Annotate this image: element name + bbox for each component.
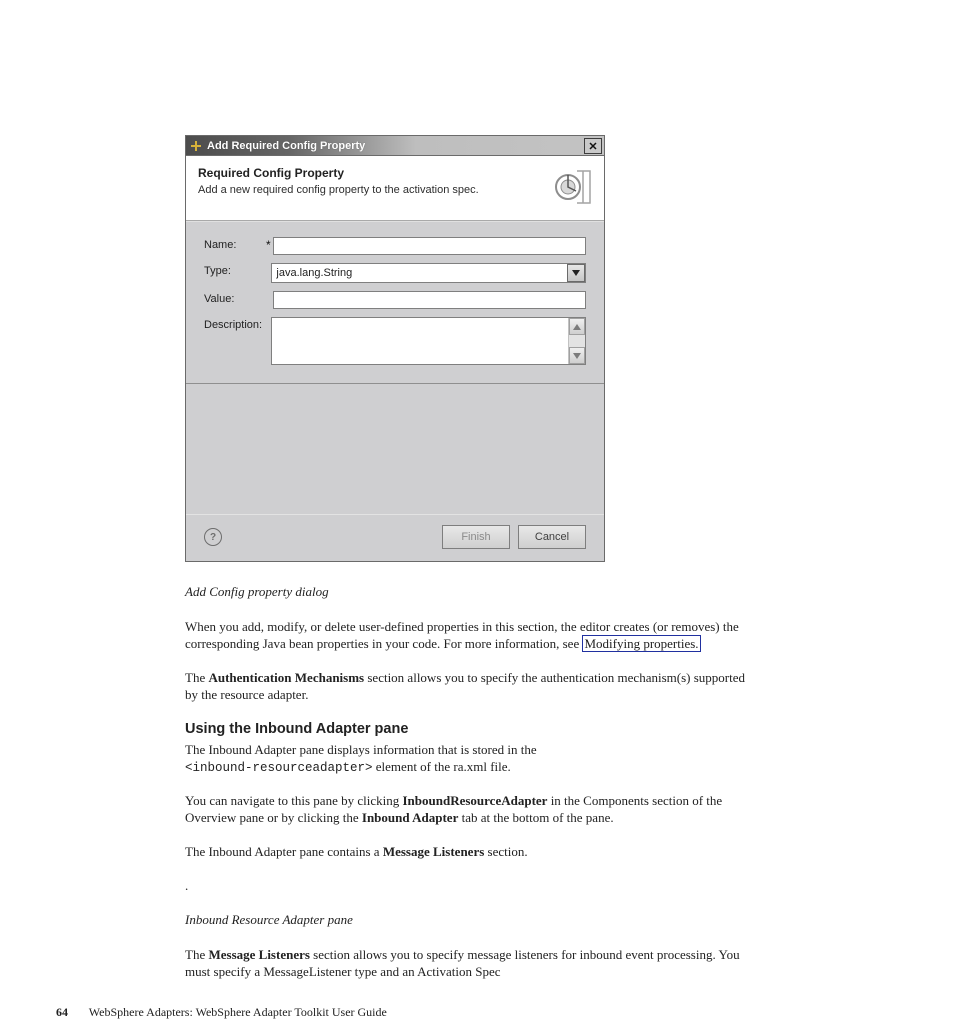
finish-button[interactable]: Finish [442, 525, 510, 549]
add-config-property-dialog: Add Required Config Property Required Co… [185, 135, 605, 562]
page-footer: 64 WebSphere Adapters: WebSphere Adapter… [56, 1005, 954, 1020]
dialog-banner: Required Config Property Add a new requi… [186, 156, 604, 221]
app-icon [189, 139, 203, 153]
paragraph: You can navigate to this pane by clickin… [185, 793, 755, 827]
paragraph: When you add, modify, or delete user-def… [185, 619, 755, 653]
required-marker: * [266, 237, 273, 252]
term: InboundResourceAdapter [402, 793, 547, 808]
description-field-wrap [271, 317, 586, 365]
button-bar: ? Finish Cancel [186, 514, 604, 561]
paragraph: The Inbound Adapter pane displays inform… [185, 742, 755, 776]
cancel-button[interactable]: Cancel [518, 525, 586, 549]
text: The [185, 670, 208, 685]
type-label: Type: [204, 263, 265, 277]
scrollbar[interactable] [568, 318, 585, 364]
form-area: Name: * Type: java.lang.String Value: [186, 221, 604, 384]
text: The [185, 947, 208, 962]
scroll-up-icon[interactable] [569, 318, 585, 335]
value-field[interactable] [273, 291, 586, 309]
term: Authentication Mechanisms [208, 670, 364, 685]
titlebar[interactable]: Add Required Config Property [186, 136, 604, 156]
scroll-track[interactable] [569, 335, 585, 347]
text: element of the ra.xml file. [376, 759, 511, 774]
window-title: Add Required Config Property [207, 140, 584, 152]
banner-description: Add a new required config property to th… [198, 184, 542, 196]
chevron-down-icon[interactable] [567, 264, 585, 282]
paragraph: The Authentication Mechanisms section al… [185, 670, 755, 704]
text: The Inbound Adapter pane contains a [185, 844, 383, 859]
term: Inbound Adapter [362, 810, 458, 825]
paragraph: The Inbound Adapter pane contains a Mess… [185, 844, 755, 861]
scroll-down-icon[interactable] [569, 347, 585, 364]
text: You can navigate to this pane by clickin… [185, 793, 402, 808]
figure-caption: Add Config property dialog [185, 584, 755, 601]
document-body: Add Config property dialog When you add,… [185, 584, 755, 981]
close-icon[interactable] [584, 138, 602, 154]
heading-inbound-adapter: Using the Inbound Adapter pane [185, 720, 755, 739]
banner-icon [550, 166, 592, 208]
banner-heading: Required Config Property [198, 166, 542, 180]
paragraph: . [185, 878, 755, 895]
figure-caption: Inbound Resource Adapter pane [185, 912, 755, 929]
page-number: 64 [56, 1005, 68, 1019]
value-label: Value: [204, 291, 266, 305]
description-field[interactable] [272, 318, 568, 364]
description-label: Description: [204, 317, 265, 331]
paragraph: The Message Listeners section allows you… [185, 947, 755, 981]
code: <inbound-resourceadapter> [185, 761, 373, 775]
link-modifying-properties[interactable]: Modifying properties. [582, 635, 700, 652]
text: section. [488, 844, 528, 859]
term: Message Listeners [208, 947, 309, 962]
name-field[interactable] [273, 237, 586, 255]
text: tab at the bottom of the pane. [462, 810, 614, 825]
type-selected-value: java.lang.String [272, 267, 567, 279]
dialog-spacer [186, 384, 604, 514]
book-title: WebSphere Adapters: WebSphere Adapter To… [89, 1005, 387, 1019]
term: Message Listeners [383, 844, 484, 859]
help-icon[interactable]: ? [204, 528, 222, 546]
type-select[interactable]: java.lang.String [271, 263, 586, 283]
text: The Inbound Adapter pane displays inform… [185, 742, 537, 757]
name-label: Name: [204, 237, 266, 251]
